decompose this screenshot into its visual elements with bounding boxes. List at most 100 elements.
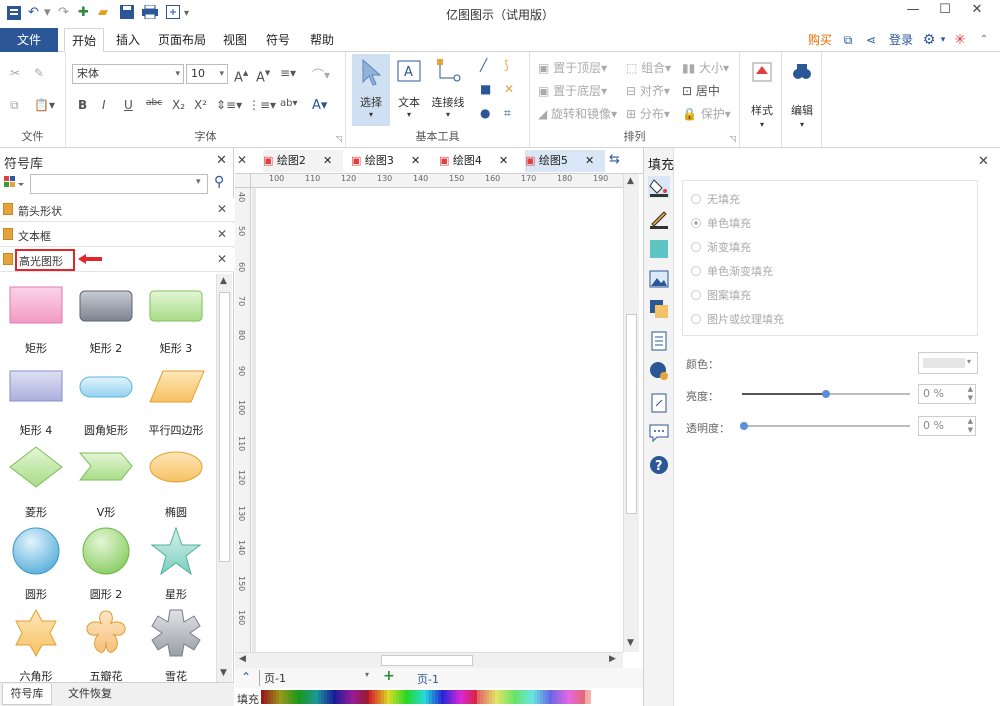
note-icon[interactable] (648, 392, 670, 414)
shadow-icon[interactable] (648, 238, 670, 260)
doc-tab-2[interactable]: ▣ 绘图3 ✕ (351, 150, 431, 172)
cross-tool-icon[interactable]: ✕ (504, 82, 514, 96)
font-name-select[interactable]: 宋体 ▾ (72, 64, 184, 84)
library-category-arrows[interactable]: 箭头形状 ✕ (0, 198, 234, 222)
crop-tool-icon[interactable]: ⌗ (504, 106, 511, 121)
color-dropdown-icon[interactable]: ▾ (967, 357, 971, 366)
shape-item[interactable]: 五瓣花 (70, 608, 142, 684)
tab-help[interactable]: 帮助 (304, 28, 340, 52)
strikethrough-icon[interactable]: abc (146, 98, 162, 108)
brightness-slider[interactable] (742, 390, 910, 398)
text-dropdown-icon[interactable]: ▾ (392, 110, 426, 119)
doc-tab-1[interactable]: ▣ 绘图2 ✕ (263, 150, 343, 172)
tab-page-layout[interactable]: 页面布局 (152, 28, 212, 52)
file-menu[interactable]: 文件 (0, 28, 58, 52)
superscript-icon[interactable]: X² (194, 98, 207, 112)
library-scrollbar[interactable]: ▲ ▼ (216, 274, 232, 682)
close-category-icon[interactable]: ✕ (217, 252, 227, 266)
close-tab-icon[interactable]: ✕ (585, 150, 594, 172)
settings-gear-icon[interactable]: ⚙ (918, 28, 940, 52)
settings-dropdown-icon[interactable]: ▾ (938, 28, 948, 52)
shrink-font-icon[interactable]: A▾ (256, 66, 270, 85)
doc-tab-3[interactable]: ▣ 绘图4 ✕ (439, 150, 519, 172)
shape-item[interactable]: 椭圆 (140, 444, 212, 526)
shape-item[interactable]: 菱形 (0, 444, 72, 526)
hyperlink-icon[interactable] (648, 360, 670, 382)
italic-icon[interactable]: I (102, 98, 106, 112)
group-button[interactable]: ⬚ 组合▾ (626, 59, 671, 76)
comment-icon[interactable] (648, 422, 670, 444)
underline-icon[interactable]: U (124, 98, 133, 112)
brightness-thumb[interactable] (822, 390, 830, 398)
page-tab[interactable]: 页-1 (417, 671, 439, 687)
scroll-left-icon[interactable]: ◀ (239, 654, 246, 664)
tab-scroll-left-icon[interactable]: ⇆ (609, 152, 620, 167)
close-category-icon[interactable]: ✕ (217, 227, 227, 241)
close-tab-icon[interactable]: ✕ (499, 150, 508, 172)
search-icon[interactable]: ⚲ (214, 174, 224, 190)
font-size-select[interactable]: 10 ▾ (186, 64, 228, 84)
transparency-input[interactable]: 0 % ▲ ▼ (918, 416, 976, 436)
copy-icon[interactable]: ⧉ (10, 98, 19, 113)
line-tool-icon[interactable]: ╱ (480, 58, 487, 72)
edit-dropdown-icon[interactable]: ▾ (782, 120, 822, 129)
protect-button[interactable]: 🔒 保护▾ (682, 105, 731, 122)
shape-item[interactable]: 六角形 (0, 608, 72, 684)
style-group[interactable]: 样式 ▾ (742, 52, 782, 147)
scroll-up-icon[interactable]: ▲ (220, 276, 227, 286)
drawing-canvas[interactable] (252, 188, 623, 652)
fill-option-gradient[interactable]: 渐变填充 (691, 239, 751, 255)
fill-option-none[interactable]: 无填充 (691, 191, 740, 207)
format-painter-icon[interactable]: ✎ (34, 66, 44, 80)
close-window-icon[interactable]: ✕ (962, 2, 992, 24)
font-dialog-launcher-icon[interactable]: ◹ (336, 134, 342, 143)
canvas-hscroll-thumb[interactable] (381, 655, 473, 666)
shape-item[interactable]: 星形 (140, 526, 212, 608)
tab-library[interactable]: 符号库 (2, 684, 52, 705)
line-style-icon[interactable] (648, 208, 670, 230)
scroll-down-icon[interactable]: ▼ (220, 668, 227, 678)
shape-item[interactable]: 圆角矩形 (70, 362, 142, 444)
arrange-dialog-launcher-icon[interactable]: ◹ (730, 134, 736, 143)
fill-option-picture[interactable]: 图片或纹理填充 (691, 311, 784, 327)
bold-icon[interactable]: B (78, 98, 87, 112)
align-button[interactable]: ⊟ 对齐▾ (626, 82, 670, 99)
maximize-icon[interactable]: ☐ (930, 2, 960, 24)
center-button[interactable]: ⊡ 居中 (682, 82, 720, 99)
fill-option-pattern[interactable]: 图案填充 (691, 287, 751, 303)
shape-item[interactable]: 矩形 (0, 280, 72, 362)
help-icon[interactable]: ? (648, 454, 670, 476)
shape-item[interactable]: 平行四边形 (140, 362, 212, 444)
canvas-vertical-scrollbar[interactable]: ▲ ▼ (623, 174, 639, 652)
page-collapse-icon[interactable]: ⌃ (241, 670, 251, 684)
canvas-horizontal-scrollbar[interactable]: ◀ ▶ (235, 652, 623, 668)
tab-file-recovery[interactable]: 文件恢复 (60, 684, 120, 705)
fill-option-single-gradient[interactable]: 单色渐变填充 (691, 263, 773, 279)
align-icon[interactable]: ≡▾ (280, 66, 296, 80)
paste-icon[interactable]: 📋▾ (34, 98, 55, 112)
close-tab-icon[interactable]: ✕ (323, 150, 332, 172)
close-fill-panel-icon[interactable]: ✕ (978, 154, 989, 169)
image-icon[interactable] (648, 268, 670, 290)
size-button[interactable]: ▮▮ 大小▾ (682, 59, 729, 76)
tab-insert[interactable]: 插入 (110, 28, 146, 52)
text-color-icon[interactable]: ab▾ (280, 98, 298, 109)
edit-group[interactable]: 编辑 ▾ (782, 52, 822, 147)
connector-tool[interactable]: 连接线 ▾ (428, 54, 468, 126)
text-tool[interactable]: A 文本 ▾ (392, 54, 426, 126)
collapse-ribbon-icon[interactable]: ⌃ (974, 28, 994, 52)
line-spacing-icon[interactable]: ⌒▾ (312, 66, 330, 83)
search-dropdown-icon[interactable]: ▾ (196, 177, 201, 187)
page-select[interactable]: 页-1 ▾ (259, 670, 371, 686)
close-all-icon[interactable]: ✕ (237, 153, 247, 167)
select-tool[interactable]: 选择 ▾ (352, 54, 390, 126)
color-palette[interactable] (261, 690, 591, 704)
color-picker[interactable]: ▾ (918, 352, 978, 374)
paragraph-spacing-icon[interactable]: ⇕≡▾ (216, 98, 242, 112)
shape-item[interactable]: 圆形 (0, 526, 72, 608)
select-dropdown-icon[interactable]: ▾ (352, 110, 390, 119)
canvas-scroll-thumb[interactable] (626, 314, 637, 514)
font-color-icon[interactable]: A▾ (312, 98, 327, 113)
shape-item[interactable]: V形 (70, 444, 142, 526)
shape-item[interactable]: 圆形 2 (70, 526, 142, 608)
